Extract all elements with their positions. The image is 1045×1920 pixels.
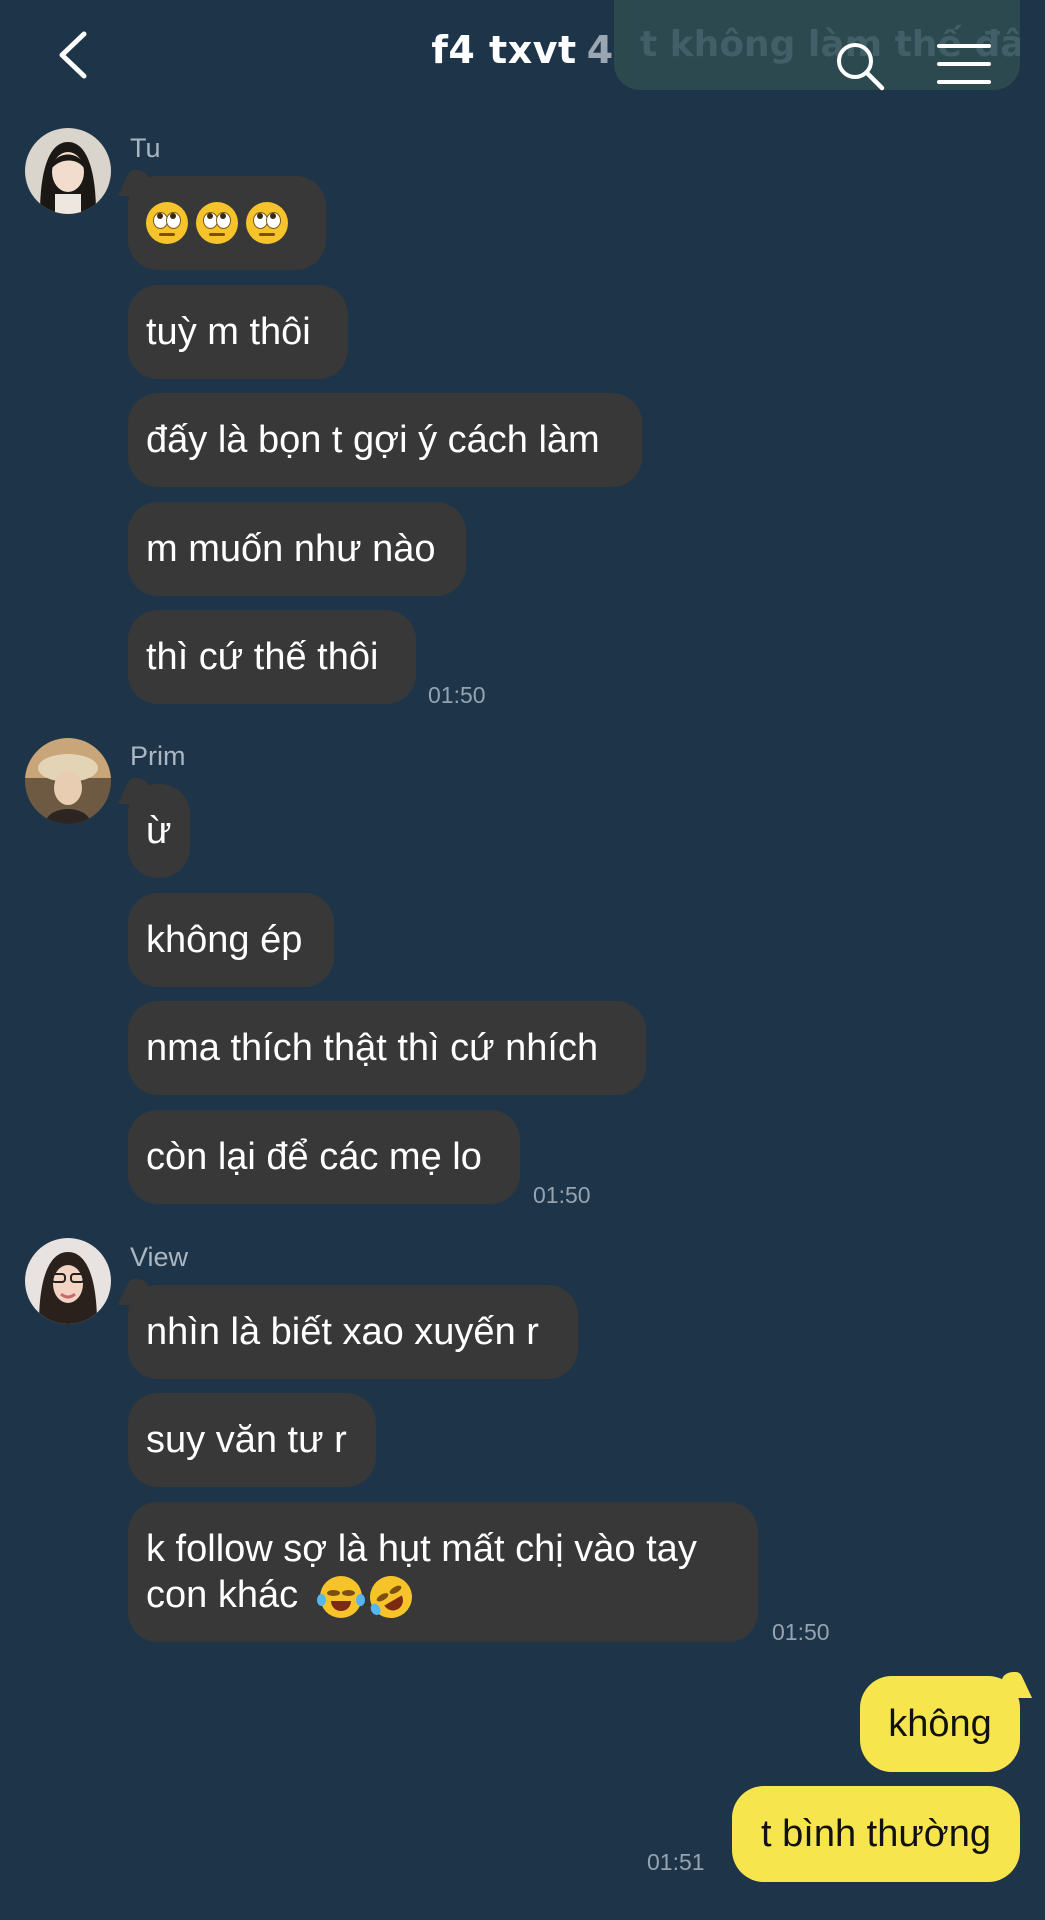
sender-name: Tu bbox=[130, 133, 161, 163]
group-name: f4 txvt bbox=[431, 28, 577, 72]
message-time: 01:50 bbox=[428, 682, 486, 708]
avatar-tu[interactable] bbox=[25, 128, 111, 214]
sender-name: View bbox=[130, 1242, 189, 1272]
avatar-view[interactable] bbox=[25, 1238, 111, 1324]
avatar-image bbox=[25, 128, 111, 214]
tears-of-joy-emoji bbox=[317, 1576, 365, 1618]
message-bubble[interactable]: đấy là bọn t gợi ý cách làm bbox=[128, 393, 642, 487]
hamburger-menu-icon bbox=[937, 44, 991, 84]
search-icon bbox=[837, 43, 885, 91]
avatar-image bbox=[25, 1238, 111, 1324]
message-bubble[interactable]: còn lại để các mẹ lo bbox=[128, 1110, 520, 1204]
chat-title[interactable]: f4 txvt 4 bbox=[0, 28, 1045, 72]
message-bubble[interactable]: tuỳ m thôi bbox=[128, 285, 348, 379]
message-time: 01:50 bbox=[533, 1182, 591, 1208]
my-message-bubble[interactable]: t bình thường bbox=[732, 1786, 1020, 1882]
message-bubble[interactable]: ừ bbox=[128, 784, 190, 878]
laugh-emojis bbox=[317, 1568, 420, 1626]
member-count: 4 bbox=[586, 28, 614, 72]
menu-button[interactable] bbox=[936, 40, 992, 90]
message-bubble[interactable] bbox=[128, 176, 326, 270]
avatar-image bbox=[25, 738, 111, 824]
chat-screen: t không làm thế đâu f4 txvt 4 Tu tuỳ m t… bbox=[0, 0, 1045, 1920]
message-time: 01:50 bbox=[772, 1619, 830, 1645]
rolling-laughing-emoji bbox=[362, 1568, 420, 1626]
message-bubble[interactable]: m muốn như nào bbox=[128, 502, 466, 596]
sender-name: Prim bbox=[130, 741, 186, 771]
message-bubble[interactable]: không ép bbox=[128, 893, 334, 987]
message-bubble[interactable]: nhìn là biết xao xuyến r bbox=[128, 1285, 578, 1379]
chat-header: t không làm thế đâu f4 txvt 4 bbox=[0, 0, 1045, 110]
message-bubble[interactable]: thì cứ thế thôi bbox=[128, 610, 416, 704]
eye-roll-emoji bbox=[146, 202, 296, 244]
search-button[interactable] bbox=[832, 38, 888, 94]
message-time: 01:51 bbox=[647, 1849, 705, 1875]
my-message-bubble[interactable]: không bbox=[860, 1676, 1020, 1772]
message-bubble[interactable]: nma thích thật thì cứ nhích bbox=[128, 1001, 646, 1095]
message-bubble[interactable]: k follow sợ là hụt mất chị vào tay con k… bbox=[128, 1502, 758, 1642]
message-bubble[interactable]: suy văn tư r bbox=[128, 1393, 376, 1487]
avatar-prim[interactable] bbox=[25, 738, 111, 824]
